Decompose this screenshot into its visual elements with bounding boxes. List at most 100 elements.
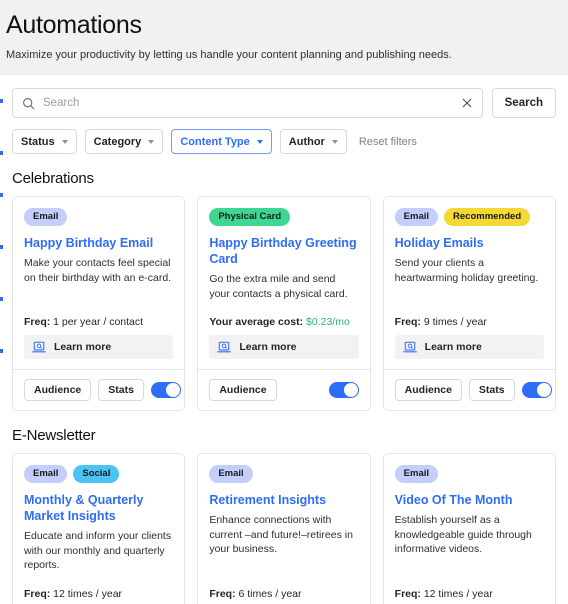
enable-toggle[interactable] bbox=[521, 382, 552, 398]
card-meta-label: Your average cost: bbox=[209, 316, 304, 328]
laptop-search-icon bbox=[217, 341, 232, 352]
automation-card[interactable]: Physical Card Happy Birthday Greeting Car… bbox=[197, 196, 371, 411]
badge-email: Email bbox=[24, 208, 68, 226]
card-meta-value: 6 times / year bbox=[238, 587, 302, 600]
filter-author[interactable]: Author bbox=[279, 129, 347, 154]
filter-content-type[interactable]: Content Type bbox=[171, 129, 272, 154]
chevron-down-icon bbox=[148, 139, 155, 144]
card-meta-label: Freq: bbox=[394, 587, 421, 600]
stats-button[interactable]: Stats bbox=[98, 379, 144, 401]
learn-more-button[interactable]: Learn more bbox=[209, 335, 359, 359]
enable-toggle[interactable] bbox=[328, 382, 359, 398]
section-title: Celebrations bbox=[12, 170, 94, 187]
search-row: Search bbox=[12, 88, 556, 118]
card-meta: Freq: 6 times / year bbox=[209, 588, 358, 600]
chevron-down-icon bbox=[256, 139, 263, 144]
search-box[interactable] bbox=[12, 88, 483, 118]
card-meta-value: 1 per year / contact bbox=[53, 316, 144, 328]
badge-row: Email bbox=[394, 465, 544, 483]
badge-social: Social bbox=[73, 465, 120, 483]
section-celebrations: Celebrations Email Happy Birthday Email Mak… bbox=[12, 170, 556, 411]
stats-button[interactable]: Stats bbox=[468, 379, 515, 401]
card-body: Email Recommended Holiday Emails Send your … bbox=[384, 197, 555, 369]
automation-card[interactable]: Email Social Monthly & Quarterly Market In… bbox=[12, 453, 186, 604]
card-title[interactable]: Happy Birthday Email bbox=[24, 235, 173, 251]
card-footer: Audience Stats bbox=[13, 369, 185, 410]
section-title: E-Newsletter bbox=[12, 427, 96, 444]
card-meta-label: Freq: bbox=[24, 316, 51, 328]
learn-more-label: Learn more bbox=[54, 341, 112, 353]
card-title[interactable]: Video Of The Month bbox=[395, 492, 544, 508]
search-icon bbox=[23, 97, 35, 109]
card-title[interactable]: Monthly & Quarterly Market Insights bbox=[24, 492, 173, 524]
card-spacer bbox=[395, 557, 544, 579]
section-e-newsletter: E-Newsletter Email Social Monthly & Quarter… bbox=[12, 427, 556, 604]
card-footer: Audience Stats bbox=[383, 369, 555, 410]
learn-more-label: Learn more bbox=[239, 341, 297, 353]
enable-toggle[interactable] bbox=[150, 382, 181, 398]
page-subtitle: Maximize your productivity by letting us… bbox=[6, 49, 452, 61]
card-body: Email Retirement Insights Enhance connecti… bbox=[198, 454, 369, 604]
card-meta-value: 9 times / year bbox=[423, 316, 487, 328]
automations-page: Automations Maximize your productivity b… bbox=[0, 0, 568, 604]
automation-card[interactable]: Email Video Of The Month Establish yoursel… bbox=[382, 453, 556, 604]
chevron-down-icon bbox=[61, 139, 68, 144]
badge-row: Physical Card bbox=[209, 208, 358, 226]
card-title[interactable]: Holiday Emails bbox=[395, 235, 544, 251]
filter-row: Status Category Content Type Author Rese… bbox=[12, 129, 556, 154]
audience-button[interactable]: Audience bbox=[209, 379, 277, 401]
reset-filters-link[interactable]: Reset filters bbox=[359, 136, 417, 148]
automation-card[interactable]: Email Retirement Insights Enhance connecti… bbox=[197, 453, 371, 604]
badge-email: Email bbox=[394, 465, 439, 483]
card-title[interactable]: Retirement Insights bbox=[209, 492, 358, 508]
laptop-search-icon bbox=[402, 341, 417, 352]
card-meta-label: Freq: bbox=[209, 587, 236, 600]
card-title[interactable]: Happy Birthday Greeting Card bbox=[209, 235, 358, 267]
content-panel: Search Status Category Content Type Auth… bbox=[0, 74, 568, 604]
toggle-knob bbox=[536, 383, 551, 397]
close-icon[interactable] bbox=[461, 97, 473, 109]
card-description: Establish yourself as a knowledgeable gu… bbox=[394, 514, 532, 555]
card-meta-label: Freq: bbox=[394, 316, 421, 328]
learn-more-button[interactable]: Learn more bbox=[394, 335, 544, 359]
filter-category[interactable]: Category bbox=[84, 129, 164, 154]
automation-card[interactable]: Email Happy Birthday Email Make your conta… bbox=[12, 196, 186, 411]
toggle-knob bbox=[343, 383, 358, 397]
audience-button[interactable]: Audience bbox=[24, 379, 92, 401]
search-button[interactable]: Search bbox=[491, 88, 556, 118]
card-spacer bbox=[24, 285, 173, 307]
badge-row: Email bbox=[24, 208, 173, 226]
learn-more-label: Learn more bbox=[424, 341, 482, 353]
card-description: Send your clients a heartwarming holiday… bbox=[394, 257, 539, 284]
badge-physical: Physical Card bbox=[209, 208, 291, 226]
card-description: Educate and inform your clients with our… bbox=[24, 530, 172, 571]
audience-button[interactable]: Audience bbox=[394, 379, 462, 401]
badge-email: Email bbox=[394, 208, 439, 226]
card-meta: Freq: 1 per year / contact bbox=[24, 316, 173, 328]
card-body: Email Video Of The Month Establish yoursel… bbox=[384, 454, 555, 604]
automation-card[interactable]: Email Recommended Holiday Emails Send your … bbox=[382, 196, 556, 411]
card-body: Physical Card Happy Birthday Greeting Car… bbox=[198, 197, 369, 369]
chevron-down-icon bbox=[331, 139, 338, 144]
card-meta-value: 12 times / year bbox=[53, 587, 123, 600]
filter-status[interactable]: Status bbox=[12, 129, 77, 154]
card-meta: Freq: 12 times / year bbox=[395, 588, 544, 600]
card-meta-value: 12 times / year bbox=[423, 587, 493, 600]
filter-category-label: Category bbox=[93, 135, 142, 148]
search-input[interactable] bbox=[43, 97, 453, 109]
filter-content-type-label: Content Type bbox=[180, 135, 250, 148]
card-grid: Email Happy Birthday Email Make your conta… bbox=[12, 196, 556, 411]
filter-status-label: Status bbox=[21, 135, 55, 148]
badge-email: Email bbox=[209, 465, 253, 483]
card-spacer bbox=[209, 301, 358, 307]
page-header: Automations Maximize your productivity b… bbox=[0, 0, 568, 63]
learn-more-button[interactable]: Learn more bbox=[24, 335, 174, 359]
card-spacer bbox=[24, 573, 173, 579]
card-meta: Your average cost: $0.23/mo bbox=[209, 316, 358, 328]
filter-author-label: Author bbox=[288, 135, 325, 148]
badge-row: Email bbox=[209, 465, 358, 483]
laptop-search-icon bbox=[32, 341, 46, 352]
card-meta: Freq: 12 times / year bbox=[24, 588, 173, 600]
card-meta-value: $0.23/mo bbox=[306, 316, 350, 328]
card-body: Email Happy Birthday Email Make your conta… bbox=[13, 197, 184, 369]
